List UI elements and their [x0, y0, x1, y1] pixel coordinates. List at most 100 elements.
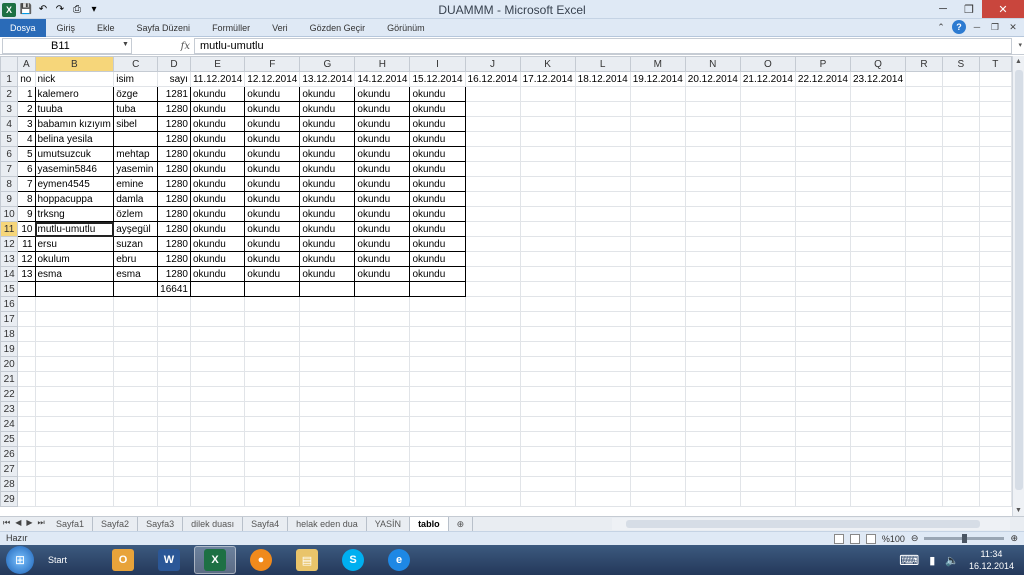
cell[interactable]: kalemero	[34, 86, 115, 102]
cell[interactable]	[574, 206, 631, 222]
cell[interactable]	[629, 461, 686, 477]
column-header[interactable]: D	[157, 56, 191, 72]
cell[interactable]	[409, 476, 466, 492]
cell[interactable]: damla	[113, 191, 159, 207]
cell[interactable]	[464, 191, 521, 207]
cell[interactable]	[978, 446, 1012, 462]
cell[interactable]	[519, 101, 576, 117]
start-button[interactable]: Start	[48, 555, 98, 565]
cell[interactable]	[34, 461, 115, 477]
cell[interactable]	[354, 461, 411, 477]
row-header[interactable]: 13	[0, 251, 19, 267]
cell[interactable]	[244, 491, 301, 507]
keyboard-icon[interactable]: ⌨	[899, 552, 919, 569]
cell[interactable]	[629, 266, 686, 282]
column-header[interactable]: I	[409, 56, 466, 72]
cell[interactable]: 11	[17, 236, 36, 252]
cell[interactable]	[519, 491, 576, 507]
cell[interactable]: 10	[17, 221, 36, 237]
cell[interactable]	[794, 116, 851, 132]
cell[interactable]	[574, 281, 631, 297]
cell[interactable]: okundu	[189, 131, 246, 147]
cell[interactable]: okundu	[299, 176, 356, 192]
row-header[interactable]: 20	[0, 356, 19, 372]
cell[interactable]	[849, 236, 907, 252]
cell[interactable]	[794, 176, 851, 192]
row-header[interactable]: 2	[0, 86, 19, 102]
cell[interactable]	[941, 161, 980, 177]
cell[interactable]	[354, 341, 411, 357]
cell[interactable]	[905, 476, 943, 492]
cell[interactable]	[34, 281, 115, 297]
cell[interactable]	[794, 446, 851, 462]
cell[interactable]: 1280	[157, 101, 191, 117]
cell[interactable]: okundu	[354, 161, 411, 177]
cell[interactable]: okundu	[299, 116, 356, 132]
cell[interactable]: okundu	[189, 116, 246, 132]
cell[interactable]	[684, 131, 741, 147]
cell[interactable]	[794, 86, 851, 102]
cell[interactable]	[113, 296, 159, 312]
scroll-up-icon[interactable]: ▲	[1015, 58, 1022, 65]
cell[interactable]	[157, 491, 191, 507]
cell[interactable]: ebru	[113, 251, 159, 267]
column-header[interactable]: R	[905, 56, 943, 72]
cell[interactable]	[34, 356, 115, 372]
cell[interactable]	[17, 311, 36, 327]
cell[interactable]	[849, 86, 907, 102]
cell[interactable]	[354, 281, 411, 297]
cell[interactable]	[794, 131, 851, 147]
cell[interactable]: tuuba	[34, 101, 115, 117]
cell[interactable]	[354, 431, 411, 447]
cell[interactable]	[941, 86, 980, 102]
cell[interactable]	[34, 311, 115, 327]
cell[interactable]	[684, 206, 741, 222]
cell[interactable]	[941, 401, 980, 417]
cell[interactable]	[157, 416, 191, 432]
cell[interactable]	[684, 146, 741, 162]
cell[interactable]	[739, 266, 796, 282]
doc-restore-icon[interactable]: ❐	[988, 20, 1002, 34]
cell[interactable]: 1280	[157, 251, 191, 267]
cell[interactable]	[684, 416, 741, 432]
cell[interactable]	[629, 446, 686, 462]
cell[interactable]: okundu	[189, 161, 246, 177]
cell[interactable]	[409, 446, 466, 462]
cell[interactable]	[684, 281, 741, 297]
cell[interactable]	[849, 191, 907, 207]
row-header[interactable]: 24	[0, 416, 19, 432]
cell[interactable]	[941, 266, 980, 282]
cell[interactable]	[794, 341, 851, 357]
cell[interactable]	[299, 326, 356, 342]
cell[interactable]: 21.12.2014	[739, 71, 796, 87]
cell[interactable]	[574, 101, 631, 117]
cell[interactable]	[941, 311, 980, 327]
cell[interactable]	[739, 356, 796, 372]
cell[interactable]	[905, 191, 943, 207]
cell[interactable]	[519, 221, 576, 237]
insert-sheet-icon[interactable]: ⊕	[449, 517, 474, 531]
cell[interactable]: okundu	[299, 131, 356, 147]
column-header[interactable]: G	[299, 56, 356, 72]
cell[interactable]	[794, 431, 851, 447]
cell[interactable]	[739, 416, 796, 432]
cell[interactable]	[978, 146, 1012, 162]
cell[interactable]: 1280	[157, 131, 191, 147]
cell[interactable]	[189, 326, 246, 342]
cell[interactable]	[684, 191, 741, 207]
row-header[interactable]: 28	[0, 476, 19, 492]
row-header[interactable]: 23	[0, 401, 19, 417]
cell[interactable]: 20.12.2014	[684, 71, 741, 87]
cell[interactable]	[739, 251, 796, 267]
cell[interactable]	[684, 371, 741, 387]
cell[interactable]	[519, 446, 576, 462]
cell[interactable]	[849, 146, 907, 162]
cell[interactable]: sibel	[113, 116, 159, 132]
cell[interactable]	[409, 416, 466, 432]
name-box[interactable]: B11	[2, 38, 132, 54]
print-icon[interactable]: ⎙	[70, 3, 84, 17]
cell[interactable]	[299, 431, 356, 447]
cell[interactable]	[354, 386, 411, 402]
normal-view-icon[interactable]	[833, 533, 844, 544]
cell[interactable]	[941, 341, 980, 357]
